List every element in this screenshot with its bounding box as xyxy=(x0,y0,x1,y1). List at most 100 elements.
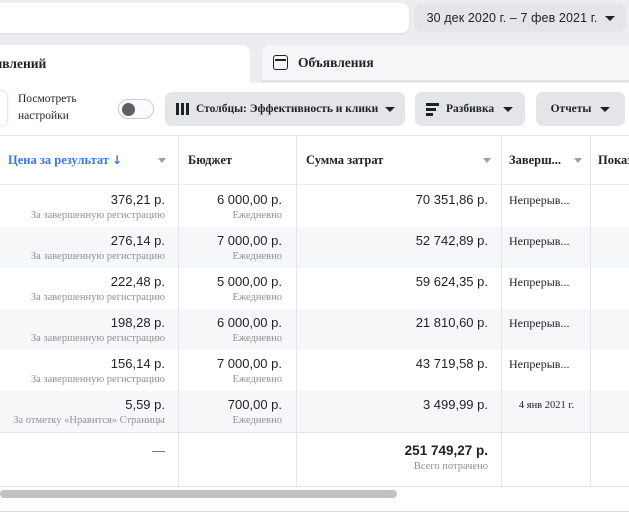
ends-value: Непрерыв... xyxy=(509,275,590,290)
horizontal-scrollbar xyxy=(0,489,629,499)
totals-row: — 251 749,27 р. Всего потрачено xyxy=(0,432,629,487)
table-row[interactable]: 276,14 р. За завершенную регистрацию 7 0… xyxy=(0,227,629,268)
spent-value: 21 810,60 р. xyxy=(296,314,488,331)
amount-spent-cell: 70 351,86 р. xyxy=(296,186,501,227)
budget-sublabel: Ежедневно xyxy=(178,291,282,305)
tab-ads-label: Объявления xyxy=(298,55,374,71)
chevron-down-icon xyxy=(503,107,513,112)
filter-caret-icon[interactable] xyxy=(483,158,491,163)
budget-cell: 6 000,00 р. Ежедневно xyxy=(178,309,296,350)
ends-value: 4 янв 2021 г. xyxy=(509,398,590,413)
spent-value: 43 719,58 р. xyxy=(296,355,488,372)
totals-budget-cell xyxy=(178,433,296,486)
columns-button-label: Столбцы: Эффективность и клики xyxy=(196,103,378,115)
table-body: 376,21 р. За завершенную регистрацию 6 0… xyxy=(0,186,629,432)
amount-spent-cell: 43 719,58 р. xyxy=(296,350,501,391)
column-header-ends[interactable]: Заверш... xyxy=(501,136,590,184)
date-range-label: 30 дек 2020 г. – 7 фев 2021 г. xyxy=(427,11,598,25)
budget-sublabel: Ежедневно xyxy=(178,209,282,223)
impressions-cell xyxy=(590,391,629,432)
cutoff-button[interactable] xyxy=(0,90,8,127)
budget-cell: 6 000,00 р. Ежедневно xyxy=(178,186,296,227)
cost-value: 198,28 р. xyxy=(0,314,165,331)
cost-sublabel: За завершенную регистрацию xyxy=(0,291,165,305)
tab-ads[interactable]: Объявления xyxy=(262,45,629,81)
amount-spent-cell: 21 810,60 р. xyxy=(296,309,501,350)
cost-per-result-cell: 5,59 р. За отметку «Нравится» Страницы xyxy=(0,391,178,432)
cost-per-result-cell: 276,14 р. За завершенную регистрацию xyxy=(0,227,178,268)
date-range-selector[interactable]: 30 дек 2020 г. – 7 фев 2021 г. xyxy=(414,4,626,32)
breakdown-button[interactable]: Разбивка xyxy=(415,92,525,126)
column-header-label: Показ xyxy=(598,153,629,168)
impressions-cell xyxy=(590,268,629,309)
cost-sublabel: За завершенную регистрацию xyxy=(0,209,165,223)
ends-value: Непрерыв... xyxy=(509,357,590,372)
cost-per-result-cell: 198,28 р. За завершенную регистрацию xyxy=(0,309,178,350)
ends-cell: Непрерыв... xyxy=(501,268,590,309)
budget-cell: 7 000,00 р. Ежедневно xyxy=(178,350,296,391)
filter-caret-icon[interactable] xyxy=(574,158,582,163)
columns-icon xyxy=(176,103,189,115)
table-row[interactable]: 376,21 р. За завершенную регистрацию 6 0… xyxy=(0,186,629,227)
column-header-label: Цена за результат xyxy=(8,153,109,168)
cost-per-result-cell: 222,48 р. За завершенную регистрацию xyxy=(0,268,178,309)
table-row[interactable]: 222,48 р. За завершенную регистрацию 5 0… xyxy=(0,268,629,309)
budget-sublabel: Ежедневно xyxy=(178,332,282,346)
tab-ad-sets[interactable]: явлений xyxy=(0,45,250,83)
spent-value: 3 499,99 р. xyxy=(296,396,488,413)
ends-value: Непрерыв... xyxy=(509,316,590,331)
budget-sublabel: Ежедневно xyxy=(178,250,282,264)
view-settings-toggle[interactable] xyxy=(118,99,154,119)
impressions-cell xyxy=(590,186,629,227)
sort-descending-icon: ↓ xyxy=(112,153,122,167)
cost-value: 156,14 р. xyxy=(0,355,165,372)
amount-spent-cell: 3 499,99 р. xyxy=(296,391,501,432)
impressions-cell xyxy=(590,227,629,268)
totals-spent-cell: 251 749,27 р. Всего потрачено xyxy=(296,433,501,486)
cost-value: 276,14 р. xyxy=(0,232,165,249)
column-header-budget[interactable]: Бюджет xyxy=(178,136,296,184)
cost-per-result-cell: 156,14 р. За завершенную регистрацию xyxy=(0,350,178,391)
impressions-cell xyxy=(590,350,629,391)
column-header-impressions[interactable]: Показ xyxy=(590,136,629,184)
budget-value: 7 000,00 р. xyxy=(178,355,282,372)
filter-caret-icon[interactable] xyxy=(158,158,166,163)
cost-value: 376,21 р. xyxy=(0,191,165,208)
column-header-label: Заверш... xyxy=(509,153,561,168)
table-row[interactable]: 156,14 р. За завершенную регистрацию 7 0… xyxy=(0,350,629,391)
budget-value: 700,00 р. xyxy=(178,396,282,413)
reports-button[interactable]: Отчеты xyxy=(536,92,625,126)
cost-value: 5,59 р. xyxy=(0,396,165,413)
view-settings-label[interactable]: Посмотреть настройки xyxy=(18,91,110,124)
budget-value: 6 000,00 р. xyxy=(178,314,282,331)
toggle-knob xyxy=(122,103,135,116)
horizontal-scrollbar-thumb[interactable] xyxy=(0,490,397,498)
breakdown-icon xyxy=(426,103,439,116)
totals-cost-dash: — xyxy=(0,442,165,459)
totals-impressions-cell xyxy=(590,433,629,486)
tab-ad-sets-label: явлений xyxy=(0,56,46,72)
column-header-amount-spent[interactable]: Сумма затрат xyxy=(296,136,501,184)
budget-sublabel: Ежедневно xyxy=(178,414,282,428)
cost-per-result-cell: 376,21 р. За завершенную регистрацию xyxy=(0,186,178,227)
ends-cell: Непрерыв... xyxy=(501,350,590,391)
chevron-down-icon xyxy=(605,16,615,21)
cost-value: 222,48 р. xyxy=(0,273,165,290)
breakdown-button-label: Разбивка xyxy=(446,103,494,115)
chevron-down-icon xyxy=(600,107,610,112)
chevron-down-icon xyxy=(385,107,395,112)
reports-button-label: Отчеты xyxy=(551,103,592,115)
budget-value: 5 000,00 р. xyxy=(178,273,282,290)
totals-spent-value: 251 749,27 р. xyxy=(296,442,488,459)
amount-spent-cell: 59 624,35 р. xyxy=(296,268,501,309)
column-header-label: Бюджет xyxy=(188,153,232,168)
ends-cell: Непрерыв... xyxy=(501,227,590,268)
budget-cell: 700,00 р. Ежедневно xyxy=(178,391,296,432)
toolbar: Посмотреть настройки Столбцы: Эффективно… xyxy=(0,83,629,135)
budget-value: 6 000,00 р. xyxy=(178,191,282,208)
table-row[interactable]: 5,59 р. За отметку «Нравится» Страницы 7… xyxy=(0,391,629,432)
totals-spent-label: Всего потрачено xyxy=(296,460,488,474)
columns-button[interactable]: Столбцы: Эффективность и клики xyxy=(165,92,405,126)
table-row[interactable]: 198,28 р. За завершенную регистрацию 6 0… xyxy=(0,309,629,350)
column-header-cost-per-result[interactable]: Цена за результат ↓ xyxy=(0,136,178,184)
